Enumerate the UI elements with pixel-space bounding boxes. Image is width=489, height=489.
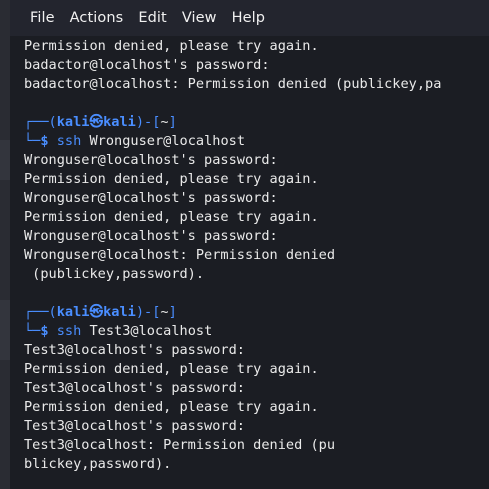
menu-view[interactable]: View: [182, 10, 217, 26]
output-line: badactor@localhost's password:: [24, 56, 270, 73]
prompt-dollar: $: [40, 322, 49, 339]
prompt-bracket: ]: [168, 113, 177, 130]
prompt-dollar: $: [40, 132, 49, 149]
output-line: Permission denied, please try again.: [24, 398, 319, 415]
command-name: ssh: [56, 322, 82, 339]
prompt-corner-icon: ┌──(: [24, 303, 57, 320]
prompt-corner-icon: └─: [24, 132, 41, 149]
output-line: Wronguser@localhost's password:: [24, 189, 278, 206]
output-line: Permission denied, please try again.: [24, 208, 319, 225]
prompt-host: kali: [103, 303, 136, 320]
output-line: Test3@localhost's password:: [24, 379, 245, 396]
prompt-user: kali: [56, 303, 90, 320]
command-argument: Wronguser@localhost: [89, 132, 246, 149]
prompt-bracket: )-[: [135, 113, 161, 130]
output-line: Permission denied, please try again.: [24, 170, 319, 187]
prompt-dir: ~: [160, 113, 169, 130]
prompt-corner-icon: └─: [24, 322, 41, 339]
output-line: badactor@localhost: Permission denied (p…: [24, 75, 442, 92]
prompt-bracket: ]: [168, 303, 177, 320]
prompt-command-line: └─$ ssh Test3@localhost: [24, 322, 212, 341]
menu-bar: File Actions Edit View Help: [10, 0, 489, 36]
prompt-command-line: └─$ ssh Wronguser@localhost: [24, 132, 245, 151]
output-line: Wronguser@localhost: Permission denied: [24, 246, 335, 263]
prompt-at-icon: ㉿: [89, 303, 104, 320]
menu-edit[interactable]: Edit: [138, 10, 166, 26]
output-line: Test3@localhost: Permission denied (pu: [24, 436, 335, 453]
output-line: Test3@localhost's password:: [24, 417, 245, 434]
output-line: blickey,password).: [24, 455, 172, 472]
prompt-header-line: ┌──(kali㉿kali)-[~]: [24, 303, 177, 322]
prompt-bracket: )-[: [135, 303, 161, 320]
menu-help[interactable]: Help: [232, 10, 265, 26]
command-name: ssh: [56, 132, 82, 149]
output-line: Wronguser@localhost's password:: [24, 227, 278, 244]
prompt-header-line: ┌──(kali㉿kali)-[~]: [24, 113, 177, 132]
prompt-host: kali: [103, 113, 136, 130]
output-line: Permission denied, please try again.: [24, 360, 319, 377]
prompt-user: kali: [56, 113, 90, 130]
prompt-at-icon: ㉿: [89, 113, 104, 130]
menu-actions[interactable]: Actions: [70, 10, 124, 26]
desktop-panel-segment: [0, 300, 10, 360]
prompt-dir: ~: [160, 303, 169, 320]
terminal-window: File Actions Edit View Help Permission d…: [10, 0, 489, 489]
output-line: Wronguser@localhost's password:: [24, 151, 278, 168]
desktop-panel-segment: [0, 140, 10, 180]
command-argument: Test3@localhost: [89, 322, 213, 339]
output-line: (publickey,password).: [24, 265, 205, 282]
terminal-output[interactable]: Permission denied, please try again. bada…: [10, 36, 489, 489]
desktop-left-edge: [0, 0, 10, 489]
menu-file[interactable]: File: [30, 10, 55, 26]
prompt-corner-icon: ┌──(: [24, 113, 57, 130]
output-line: Test3@localhost's password:: [24, 341, 245, 358]
output-line: Permission denied, please try again.: [24, 37, 319, 54]
